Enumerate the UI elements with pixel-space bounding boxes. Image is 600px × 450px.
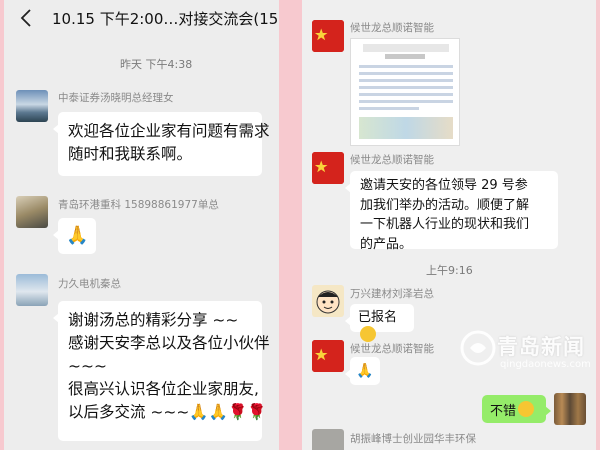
message-line: 谢谢汤总的精彩分享 ~~ — [68, 311, 239, 329]
message-text: 已报名 — [358, 310, 398, 325]
cartoon-avatar[interactable] — [312, 285, 344, 317]
message-line: 加我们举办的活动。顺便了解 — [360, 197, 530, 213]
china-flag-avatar[interactable] — [312, 340, 344, 372]
china-flag-icon — [312, 152, 344, 184]
sender-name: 候世龙总顺诺智能 — [350, 154, 434, 166]
qingdaonews-logo-icon — [460, 330, 496, 366]
cartoon-face-icon — [316, 290, 340, 314]
back-icon[interactable] — [18, 8, 34, 28]
china-flag-icon — [312, 20, 344, 52]
document-map — [359, 117, 453, 139]
self-message-bubble[interactable]: 不错 — [482, 395, 551, 423]
sender-name: 中泰证券汤晓明总经理女 — [58, 92, 174, 104]
china-flag-avatar[interactable] — [312, 152, 344, 184]
time-separator: 昨天 下午4:38 — [120, 58, 193, 71]
document-row — [359, 65, 453, 68]
message-bubble[interactable]: 已报名 — [345, 304, 414, 342]
sender-name: 力久电机秦总 — [58, 278, 121, 290]
right-chat-screen: 候世龙总顺诺智能 候世龙总顺诺智能 邀请天安的各位领导 29 号参 加我们举办的… — [302, 0, 596, 450]
document-header — [363, 44, 449, 52]
sender-name: 胡振峰博士创业园华丰环保 — [350, 433, 476, 445]
message-bubble[interactable]: 🙏 — [53, 218, 96, 254]
document-row — [359, 79, 453, 82]
prayer-hands-emoji: 🙏 — [356, 363, 374, 379]
sender-name: 万兴建材刘泽岩总 — [350, 288, 434, 300]
avatar[interactable] — [16, 274, 48, 306]
document-title-block — [385, 54, 425, 59]
smile-emoji — [518, 401, 535, 417]
self-avatar[interactable] — [554, 393, 586, 425]
avatar[interactable] — [16, 196, 48, 228]
document-row — [359, 86, 453, 89]
message-line: 感谢天安李总以及各位小伙伴 — [68, 334, 270, 352]
china-flag-avatar[interactable] — [312, 20, 344, 52]
smile-emoji — [360, 326, 376, 342]
document-row — [359, 72, 453, 75]
document-row — [359, 100, 453, 103]
document-row — [359, 93, 453, 96]
message-line: 很高兴认识各位企业家朋友, — [68, 380, 259, 398]
chat-header: 10.15 下午2:00…对接交流会(15) — [4, 0, 279, 36]
chat-title[interactable]: 10.15 下午2:00…对接交流会(15) — [52, 8, 279, 29]
message-bubble[interactable]: 谢谢汤总的精彩分享 ~~ 感谢天安李总以及各位小伙伴 ~~~ 很高兴认识各位企业… — [53, 301, 270, 441]
avatar[interactable] — [16, 90, 48, 122]
china-flag-icon — [312, 340, 344, 372]
shared-document-image[interactable] — [350, 38, 460, 146]
message-bubble[interactable]: 欢迎各位企业家有问题有需求 随时和我联系啊。 — [53, 112, 270, 176]
sender-name: 候世龙总顺诺智能 — [350, 343, 434, 355]
message-line: 的产品。 — [360, 236, 413, 252]
message-line: 邀请天安的各位领导 29 号参 — [360, 178, 528, 193]
message-line: 以后多交流 ~~~🙏🙏🌹🌹 — [68, 403, 267, 421]
left-chat-screen: 10.15 下午2:00…对接交流会(15) 昨天 下午4:38 中泰证券汤晓明… — [4, 0, 279, 450]
prayer-hands-emoji: 🙏 — [66, 225, 89, 246]
message-line: 欢迎各位企业家有问题有需求 — [68, 122, 270, 140]
watermark-url: qingdaonews.com — [500, 359, 591, 370]
message-bubble[interactable]: 🙏 — [345, 357, 380, 385]
time-separator: 上午9:16 — [426, 264, 473, 277]
sender-name: 青岛环港重科 15898861977单总 — [58, 199, 219, 211]
message-bubble[interactable]: 邀请天安的各位领导 29 号参 加我们举办的活动。顺便了解 一下机器人行业的现状… — [345, 171, 558, 252]
message-text: 不错 — [490, 404, 517, 419]
document-row — [359, 107, 419, 110]
message-line: 随时和我联系啊。 — [68, 145, 193, 163]
message-line: ~~~ — [68, 357, 107, 375]
avatar[interactable] — [312, 429, 344, 450]
message-line: 一下机器人行业的现状和我们 — [360, 217, 530, 232]
sender-name: 候世龙总顺诺智能 — [350, 22, 434, 34]
watermark-name: 青岛新闻 — [497, 335, 585, 359]
